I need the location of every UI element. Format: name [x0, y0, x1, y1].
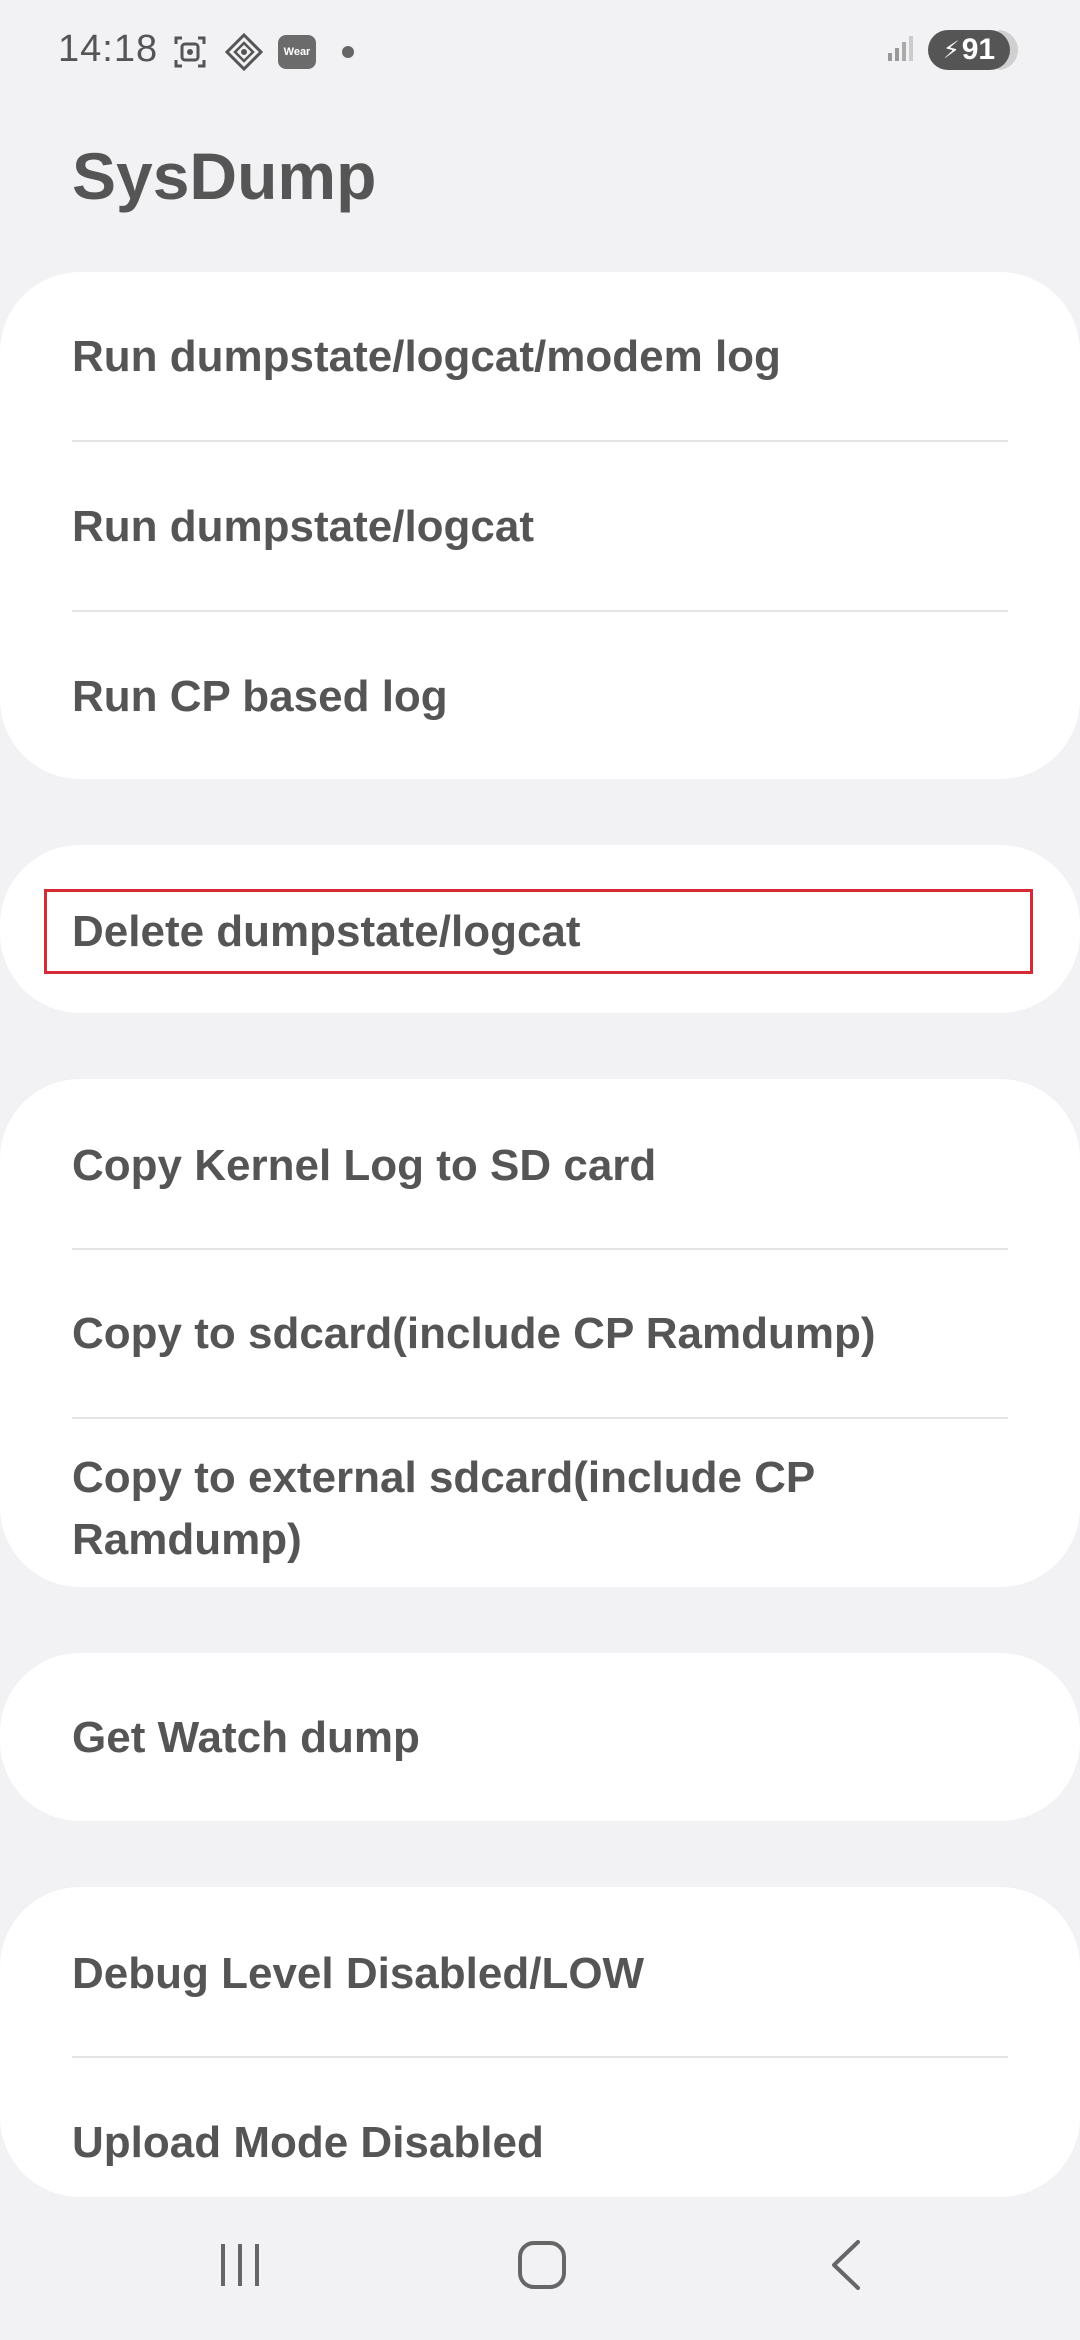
copy-to-external-sdcard-item[interactable]: Copy to external sdcard(include CP Ramdu…	[72, 1447, 920, 1571]
selection-highlight	[44, 889, 1033, 974]
notification-dot-icon	[342, 46, 354, 58]
divider	[72, 1248, 1008, 1250]
run-dumpstate-logcat-modem-log-item[interactable]: Run dumpstate/logcat/modem log	[72, 326, 1008, 388]
copy-to-sdcard-item[interactable]: Copy to sdcard(include CP Ramdump)	[72, 1303, 1008, 1365]
screenshot-icon	[170, 32, 210, 72]
run-dumpstate-logcat-item[interactable]: Run dumpstate/logcat	[72, 496, 1008, 558]
battery-level: 91	[961, 33, 996, 66]
status-icons-left: Wear	[170, 30, 354, 74]
status-time: 14:18	[58, 28, 159, 70]
settings-group-copy: Copy Kernel Log to SD card Copy to sdcar…	[0, 1079, 1080, 1587]
divider	[72, 610, 1008, 612]
status-right: ⚡ 91	[886, 30, 1018, 70]
diamond-network-icon	[224, 32, 264, 72]
back-icon[interactable]	[786, 2190, 906, 2340]
settings-group-watch: Get Watch dump	[0, 1653, 1080, 1821]
home-icon[interactable]	[482, 2190, 602, 2340]
upload-mode-item[interactable]: Upload Mode Disabled	[72, 2112, 1008, 2174]
divider	[72, 2056, 1008, 2058]
settings-group-run: Run dumpstate/logcat/modem log Run dumps…	[0, 272, 1080, 779]
navigation-bar	[0, 2190, 1080, 2340]
battery-charging-icon: ⚡ 91	[928, 30, 1018, 70]
divider	[72, 1417, 1008, 1419]
get-watch-dump-item[interactable]: Get Watch dump	[72, 1707, 1008, 1769]
run-cp-based-log-item[interactable]: Run CP based log	[72, 666, 1008, 728]
recents-icon[interactable]	[180, 2190, 300, 2340]
debug-level-item[interactable]: Debug Level Disabled/LOW	[72, 1943, 1008, 2005]
settings-group-debug: Debug Level Disabled/LOW Upload Mode Dis…	[0, 1887, 1080, 2197]
status-bar: 14:18 Wear ⚡ 91	[0, 0, 1080, 100]
signal-icon	[886, 33, 916, 68]
wear-badge-icon: Wear	[278, 35, 316, 69]
bolt-icon: ⚡	[942, 36, 960, 64]
battery-indicator: ⚡ 91	[928, 30, 1010, 70]
divider	[72, 440, 1008, 442]
copy-kernel-log-to-sd-card-item[interactable]: Copy Kernel Log to SD card	[72, 1135, 1008, 1197]
page-title: SysDump	[72, 139, 377, 213]
